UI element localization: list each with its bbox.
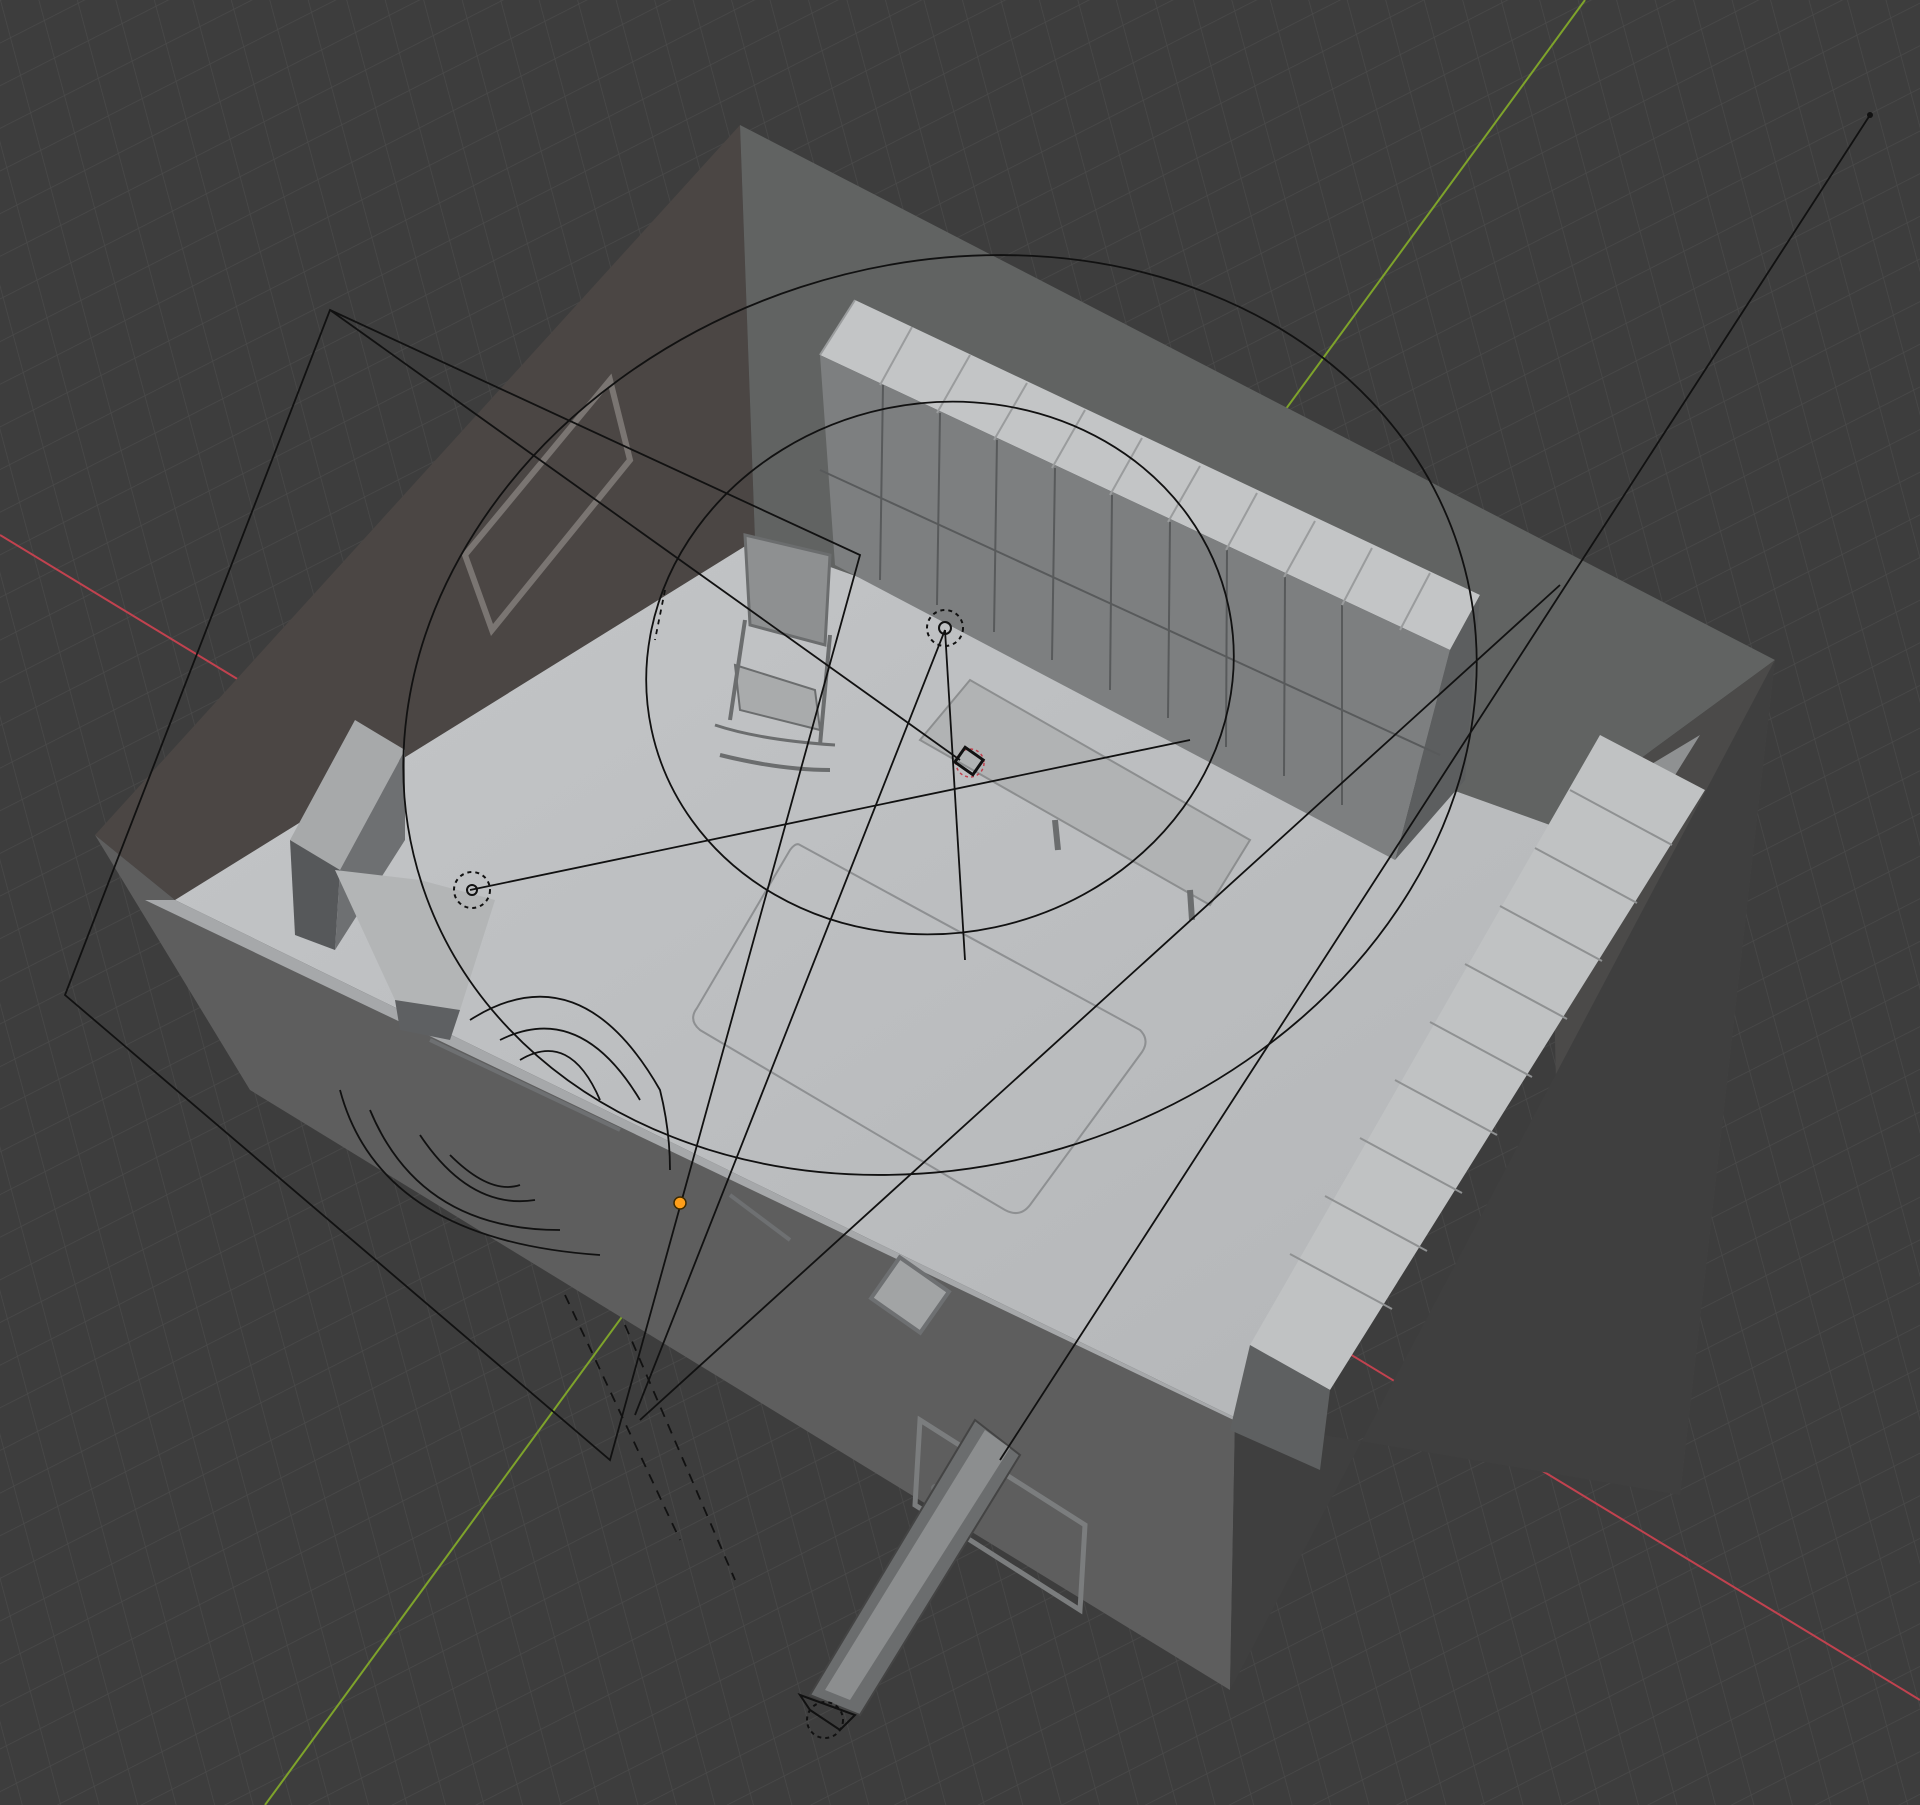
sun-light-origin[interactable]	[1867, 112, 1873, 118]
viewport-canvas[interactable]	[0, 0, 1920, 1805]
3d-viewport[interactable]	[0, 0, 1920, 1805]
selected-origin-dot[interactable]	[673, 1196, 687, 1210]
